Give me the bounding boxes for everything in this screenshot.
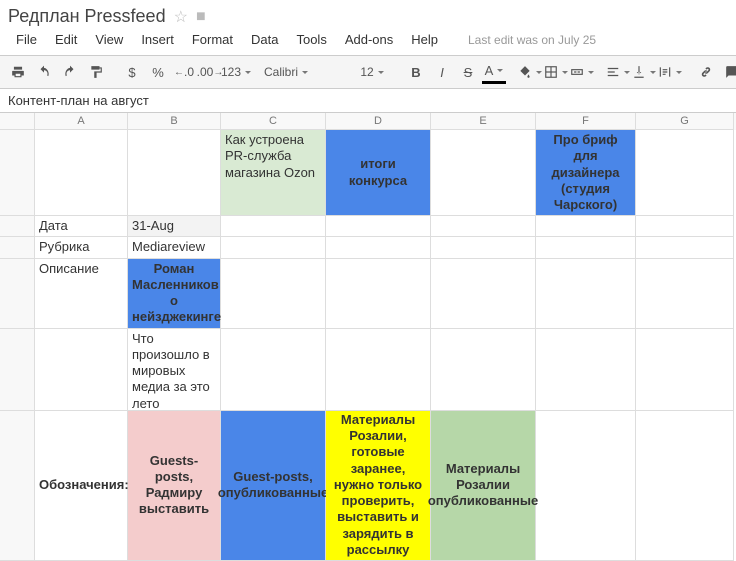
cell[interactable] [636,259,734,329]
col-header[interactable]: A [35,113,128,130]
bold-button[interactable]: B [404,60,428,84]
menu-format[interactable]: Format [184,29,241,50]
menu-addons[interactable]: Add-ons [337,29,401,50]
folder-icon[interactable]: ■ [196,8,206,26]
cell[interactable] [221,329,326,411]
cell[interactable]: Материалы Розалии опубликованные [431,411,536,561]
cell[interactable] [431,259,536,329]
last-edit-text: Last edit was on July 25 [468,33,596,47]
star-icon[interactable]: ☆ [174,7,188,27]
cell[interactable] [35,130,128,216]
col-header[interactable]: E [431,113,536,130]
cell[interactable]: Роман Масленников о нейзджекинге [128,259,221,329]
cell[interactable] [536,259,636,329]
cell[interactable]: 31-Aug [128,216,221,237]
cell[interactable] [431,329,536,411]
increase-decimal-button[interactable]: .00→ [198,60,222,84]
cell[interactable]: Дата [35,216,128,237]
cell[interactable] [326,259,431,329]
formula-bar[interactable]: Контент-план на август [0,89,736,113]
merge-cells-button[interactable] [570,60,594,84]
cell[interactable] [636,237,734,258]
cell[interactable]: Обозначения: [35,411,128,561]
undo-icon[interactable] [32,60,56,84]
currency-button[interactable]: $ [120,60,144,84]
percent-button[interactable]: % [146,60,170,84]
menubar: File Edit View Insert Format Data Tools … [0,29,736,55]
cell[interactable]: Guests-posts, Радмиру выставить [128,411,221,561]
cell[interactable] [431,237,536,258]
col-header[interactable]: F [536,113,636,130]
borders-button[interactable] [544,60,568,84]
font-family-select[interactable]: Calibri [260,60,340,84]
col-header[interactable]: G [636,113,734,130]
cell[interactable]: Материалы Розалии, готовые заранее, нужн… [326,411,431,561]
cell[interactable] [326,329,431,411]
decrease-decimal-button[interactable]: ←.0 [172,60,196,84]
cell[interactable]: Рубрика [35,237,128,258]
cell[interactable]: Про бриф для дизайнера (студия Чарского) [536,130,636,216]
font-size-select[interactable]: 12 [352,60,392,84]
cell[interactable] [636,329,734,411]
cell[interactable] [221,216,326,237]
menu-tools[interactable]: Tools [288,29,334,50]
cell[interactable] [221,237,326,258]
cell[interactable] [536,237,636,258]
cell[interactable]: Как устроена PR-служба магазина Ozon [221,130,326,216]
doc-title[interactable]: Редплан Pressfeed [8,6,166,27]
number-format-button[interactable]: 123 [224,60,248,84]
cell[interactable]: Guest-posts, опубликованные [221,411,326,561]
cell[interactable]: Mediareview [128,237,221,258]
menu-insert[interactable]: Insert [133,29,182,50]
cell[interactable] [326,237,431,258]
redo-icon[interactable] [58,60,82,84]
text-wrap-button[interactable] [658,60,682,84]
fill-color-button[interactable] [518,60,542,84]
menu-file[interactable]: File [8,29,45,50]
cell[interactable] [326,216,431,237]
menu-view[interactable]: View [87,29,131,50]
menu-help[interactable]: Help [403,29,446,50]
cell[interactable] [636,216,734,237]
cell[interactable] [431,216,536,237]
cell[interactable] [536,216,636,237]
insert-link-button[interactable] [694,60,718,84]
paint-format-icon[interactable] [84,60,108,84]
cell[interactable] [431,130,536,216]
insert-comment-button[interactable] [720,60,736,84]
cell[interactable] [536,411,636,561]
cell[interactable]: Описание [35,259,128,329]
cell[interactable] [128,130,221,216]
cell[interactable] [221,259,326,329]
cell[interactable]: Что произошло в мировых медиа за это лет… [128,329,221,411]
menu-data[interactable]: Data [243,29,286,50]
col-header[interactable]: C [221,113,326,130]
cell[interactable]: итоги конкурса [326,130,431,216]
cell[interactable] [536,329,636,411]
cell[interactable] [636,411,734,561]
cell[interactable] [35,329,128,411]
horizontal-align-button[interactable] [606,60,630,84]
strikethrough-button[interactable]: S [456,60,480,84]
col-header[interactable]: B [128,113,221,130]
menu-edit[interactable]: Edit [47,29,85,50]
col-header[interactable]: D [326,113,431,130]
cell[interactable] [636,130,734,216]
vertical-align-button[interactable] [632,60,656,84]
print-icon[interactable] [6,60,30,84]
spreadsheet-grid: A B C D E F G Как устроена PR-служба маг… [0,113,736,561]
toolbar: $ % ←.0 .00→ 123 Calibri 12 B I S A [0,55,736,89]
italic-button[interactable]: I [430,60,454,84]
text-color-button[interactable]: A [482,60,506,84]
